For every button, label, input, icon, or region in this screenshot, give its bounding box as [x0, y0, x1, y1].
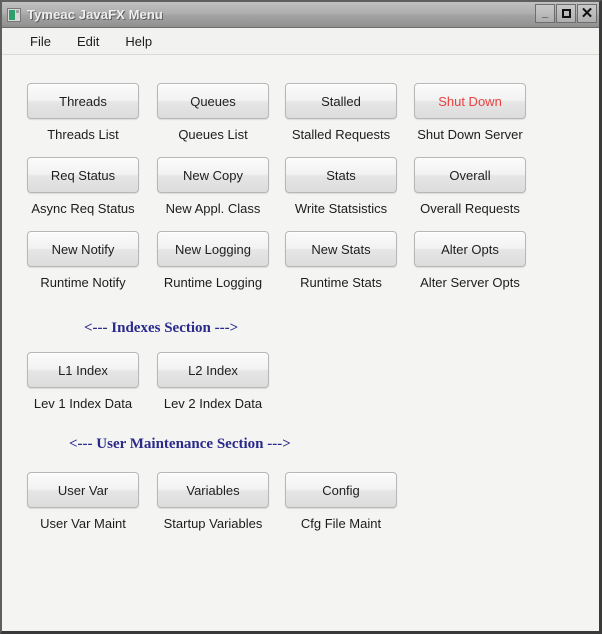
shut-down-caption: Shut Down Server	[417, 127, 523, 142]
stalled-button[interactable]: Stalled	[285, 83, 397, 119]
minimize-icon: _	[541, 7, 549, 19]
stalled-caption: Stalled Requests	[291, 127, 391, 142]
cell-new-logging: New Logging Runtime Logging	[157, 231, 269, 290]
cell-new-stats: New Stats Runtime Stats	[285, 231, 397, 290]
user-maintenance-section-heading: <--- User Maintenance Section --->	[69, 436, 291, 452]
cell-stalled: Stalled Stalled Requests	[285, 83, 397, 142]
new-copy-button[interactable]: New Copy	[157, 157, 269, 193]
window-controls: _ ✕	[535, 4, 597, 23]
app-icon	[7, 7, 21, 22]
threads-caption: Threads List	[47, 127, 119, 142]
close-icon: ✕	[580, 5, 594, 22]
cell-stats: Stats Write Statsistics	[285, 157, 397, 216]
maximize-button[interactable]	[556, 4, 576, 23]
threads-button[interactable]: Threads	[27, 83, 139, 119]
new-notify-button[interactable]: New Notify	[27, 231, 139, 267]
l1-index-caption: Lev 1 Index Data	[33, 396, 133, 411]
application-window: Tymeac JavaFX Menu _ ✕ File Edit Help Th…	[0, 0, 602, 634]
new-stats-button[interactable]: New Stats	[285, 231, 397, 267]
maximize-icon	[557, 5, 575, 22]
alter-opts-button[interactable]: Alter Opts	[414, 231, 526, 267]
menu-item-file[interactable]: File	[20, 31, 61, 52]
main-content: Threads Threads List Queues Queues List …	[2, 55, 599, 631]
minimize-button[interactable]: _	[535, 4, 555, 23]
overall-button[interactable]: Overall	[414, 157, 526, 193]
cell-l1-index: L1 Index Lev 1 Index Data	[27, 352, 139, 411]
config-button[interactable]: Config	[285, 472, 397, 508]
cell-new-notify: New Notify Runtime Notify	[27, 231, 139, 290]
new-copy-caption: New Appl. Class	[165, 201, 261, 216]
cell-l2-index: L2 Index Lev 2 Index Data	[157, 352, 269, 411]
req-status-caption: Async Req Status	[31, 201, 135, 216]
cell-shut-down: Shut Down Shut Down Server	[414, 83, 526, 142]
user-var-button[interactable]: User Var	[27, 472, 139, 508]
queues-caption: Queues List	[178, 127, 248, 142]
l1-index-button[interactable]: L1 Index	[27, 352, 139, 388]
queues-button[interactable]: Queues	[157, 83, 269, 119]
variables-button[interactable]: Variables	[157, 472, 269, 508]
l2-index-button[interactable]: L2 Index	[157, 352, 269, 388]
new-stats-caption: Runtime Stats	[300, 275, 382, 290]
config-caption: Cfg File Maint	[300, 516, 382, 531]
menu-item-help[interactable]: Help	[115, 31, 162, 52]
new-logging-button[interactable]: New Logging	[157, 231, 269, 267]
stats-caption: Write Statsistics	[294, 201, 388, 216]
alter-opts-caption: Alter Server Opts	[420, 275, 520, 290]
variables-caption: Startup Variables	[163, 516, 263, 531]
cell-overall: Overall Overall Requests	[414, 157, 526, 216]
title-bar[interactable]: Tymeac JavaFX Menu _ ✕	[2, 2, 599, 28]
new-logging-caption: Runtime Logging	[163, 275, 263, 290]
stats-button[interactable]: Stats	[285, 157, 397, 193]
cell-req-status: Req Status Async Req Status	[27, 157, 139, 216]
close-button[interactable]: ✕	[577, 4, 597, 23]
cell-alter-opts: Alter Opts Alter Server Opts	[414, 231, 526, 290]
cell-queues: Queues Queues List	[157, 83, 269, 142]
req-status-button[interactable]: Req Status	[27, 157, 139, 193]
user-var-caption: User Var Maint	[40, 516, 126, 531]
cell-new-copy: New Copy New Appl. Class	[157, 157, 269, 216]
indexes-section-heading: <--- Indexes Section --->	[84, 320, 239, 336]
cell-threads: Threads Threads List	[27, 83, 139, 142]
l2-index-caption: Lev 2 Index Data	[163, 396, 263, 411]
cell-user-var: User Var User Var Maint	[27, 472, 139, 531]
cell-variables: Variables Startup Variables	[157, 472, 269, 531]
menu-bar: File Edit Help	[2, 28, 599, 55]
menu-item-edit[interactable]: Edit	[67, 31, 109, 52]
window-title: Tymeac JavaFX Menu	[27, 7, 163, 22]
shut-down-button[interactable]: Shut Down	[414, 83, 526, 119]
cell-config: Config Cfg File Maint	[285, 472, 397, 531]
overall-caption: Overall Requests	[420, 201, 520, 216]
new-notify-caption: Runtime Notify	[40, 275, 126, 290]
